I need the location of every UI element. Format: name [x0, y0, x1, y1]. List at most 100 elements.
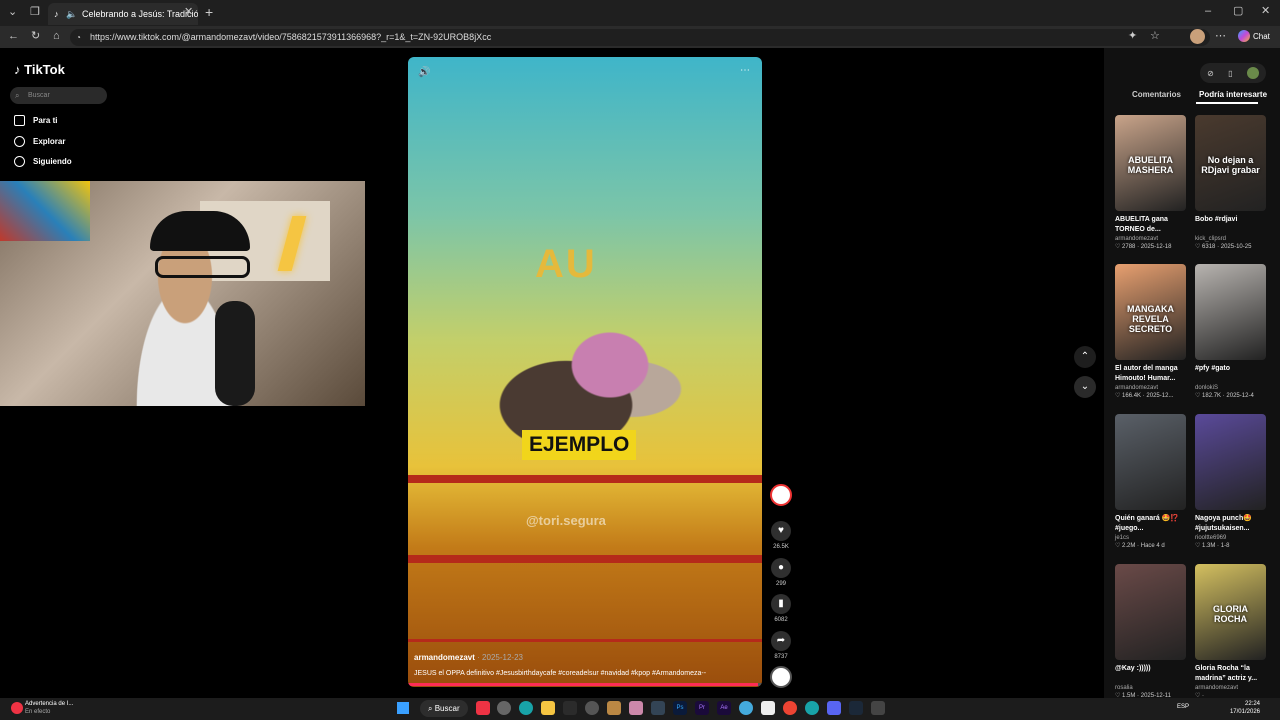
card-author[interactable]: armandomezavt	[1115, 385, 1186, 391]
suggestion-card[interactable]: #pfy #gato donlokiS ♡ 182.7K · 2025-12-4	[1195, 264, 1266, 399]
card-title[interactable]: Gloria Rocha “la madrina” actriz y...	[1195, 664, 1266, 684]
maximize-icon[interactable]: ▢	[1233, 6, 1243, 17]
comment-button[interactable]: ● 299	[770, 558, 792, 587]
video-author[interactable]: armandomezavt	[414, 653, 475, 662]
card-thumbnail[interactable]	[1115, 414, 1186, 510]
card-thumbnail[interactable]	[1195, 414, 1266, 510]
notion-icon[interactable]	[761, 701, 775, 715]
share-button[interactable]: ➦ 8737	[770, 631, 792, 660]
close-tab-icon[interactable]: ✕	[184, 7, 193, 18]
tab-podria-interesarte[interactable]: Podría interesarte	[1199, 90, 1267, 99]
card-thumbnail[interactable]: GLORIA ROCHA	[1195, 564, 1266, 660]
discord-icon[interactable]	[827, 701, 841, 715]
back-icon[interactable]: ←	[8, 31, 19, 42]
like-button[interactable]: ♥ 26.5K	[770, 521, 792, 550]
card-thumbnail[interactable]: MANGAKA REVELA SECRETO	[1115, 264, 1186, 360]
card-author[interactable]: rosalia	[1115, 685, 1186, 691]
prev-video-button[interactable]: ⌃	[1074, 346, 1096, 368]
more-options-icon[interactable]: ⋯	[740, 65, 750, 76]
language-indicator[interactable]: ESP	[1177, 704, 1189, 710]
edge-icon[interactable]	[519, 701, 533, 715]
terminal-icon[interactable]	[563, 701, 577, 715]
app-icon[interactable]	[629, 701, 643, 715]
cloud-icon[interactable]	[739, 701, 753, 715]
volume-icon[interactable]: 🔊	[418, 67, 430, 78]
card-author[interactable]: donlokiS	[1195, 385, 1266, 391]
suggestion-card[interactable]: GLORIA ROCHA Gloria Rocha “la madrina” ac…	[1195, 564, 1266, 699]
next-video-button[interactable]: ⌄	[1074, 376, 1096, 398]
speaker-icon[interactable]: 🔈	[66, 3, 77, 25]
phone-icon[interactable]: ▯	[1228, 69, 1232, 78]
refresh-icon[interactable]: ↻	[31, 31, 40, 42]
windows-start-icon[interactable]	[397, 702, 409, 714]
card-author[interactable]: armandomezavt	[1115, 236, 1186, 242]
profile-avatar[interactable]	[1190, 29, 1205, 44]
app-icon[interactable]	[607, 701, 621, 715]
card-thumbnail[interactable]: No dejan a RDjavi grabar	[1195, 115, 1266, 211]
nav-item-para-ti[interactable]: Para ti	[14, 115, 57, 126]
workspaces-icon[interactable]: ❐	[30, 7, 40, 18]
suggestion-card[interactable]: MANGAKA REVELA SECRETO El autor del manga…	[1115, 264, 1186, 399]
app-icon[interactable]	[871, 701, 885, 715]
suggestion-card[interactable]: ABUELITA MASHERA ABUELITA gana TORNEO de.…	[1115, 115, 1186, 250]
progress-bar[interactable]	[408, 683, 762, 686]
new-tab-icon[interactable]: +	[205, 5, 213, 19]
suggestion-card[interactable]: @Kay :))))) rosalia ♡ 1.5M · 2025-12-11	[1115, 564, 1186, 699]
home-icon[interactable]: ⌂	[53, 31, 60, 42]
nav-item-explorar[interactable]: Explorar	[14, 136, 65, 147]
favorites-icon[interactable]: ☆	[1150, 31, 1160, 42]
tiktok-logo[interactable]: ♪ TikTok	[14, 62, 65, 77]
card-thumbnail[interactable]: ABUELITA MASHERA	[1115, 115, 1186, 211]
site-info-icon[interactable]: ◔	[76, 29, 81, 46]
settings-app-icon[interactable]	[585, 701, 599, 715]
warning-icon[interactable]	[11, 702, 23, 714]
browser-tab[interactable]: ♪ 🔈 Celebrando a Jesús: Tradición	[48, 3, 198, 25]
settings-icon[interactable]: ⊘	[1207, 69, 1214, 78]
brave-icon[interactable]	[476, 701, 490, 715]
card-author[interactable]: kick_clipsrd	[1195, 236, 1266, 242]
folder-icon[interactable]	[541, 701, 555, 715]
app-icon[interactable]	[651, 701, 665, 715]
more-icon[interactable]: ⋯	[1215, 31, 1226, 42]
steam-icon[interactable]	[849, 701, 863, 715]
card-thumbnail[interactable]	[1195, 264, 1266, 360]
photoshop-icon[interactable]: Ps	[673, 701, 687, 715]
minimize-icon[interactable]: –	[1205, 6, 1211, 17]
nav-item-siguiendo[interactable]: Siguiendo	[14, 156, 72, 167]
video-player[interactable]: 🔊 ⋯ AU EJEMPLO @tori.segura armandomezav…	[408, 57, 762, 687]
chrome-icon[interactable]	[783, 701, 797, 715]
search-input[interactable]: ⌕ Buscar	[10, 87, 107, 104]
edge-active-icon[interactable]	[805, 701, 819, 715]
card-title[interactable]: #pfy #gato	[1195, 364, 1266, 384]
card-thumbnail[interactable]	[1115, 564, 1186, 660]
creator-avatar[interactable]	[770, 484, 792, 506]
card-author[interactable]: armandomezavt	[1195, 685, 1266, 691]
suggestion-card[interactable]: No dejan a RDjavi grabar Bobo #rdjavi kick…	[1195, 115, 1266, 250]
premiere-icon[interactable]: Pr	[695, 701, 709, 715]
card-author[interactable]: riooltte6969	[1195, 535, 1266, 541]
card-title[interactable]: Bobo #rdjavi	[1195, 215, 1266, 235]
card-title[interactable]: Quién ganará 🤩⁉️ #juego...	[1115, 514, 1186, 534]
card-author[interactable]: je1cs	[1115, 535, 1186, 541]
copilot-button[interactable]: Chat	[1238, 30, 1270, 42]
taskbar-search[interactable]: ⌕ Buscar	[420, 700, 468, 717]
save-button[interactable]: ▮ 6082	[770, 594, 792, 623]
music-disc[interactable]	[770, 666, 792, 688]
extensions-icon[interactable]: ✦	[1128, 31, 1137, 42]
card-title[interactable]: ABUELITA gana TORNEO de...	[1115, 215, 1186, 235]
card-title[interactable]: Nagoya punch🤩 #jujutsukaisen...	[1195, 514, 1266, 534]
tab-comentarios[interactable]: Comentarios	[1132, 90, 1181, 99]
url-field[interactable]: ◔ https://www.tiktok.com/@armandomezavt/…	[70, 29, 1210, 46]
user-avatar[interactable]	[1246, 67, 1259, 79]
close-window-icon[interactable]: ✕	[1261, 6, 1270, 17]
clock[interactable]: 22:24 17/01/2026	[1228, 700, 1260, 716]
card-title[interactable]: El autor del manga Himouto! Humar...	[1115, 364, 1186, 384]
suggestion-card[interactable]: Quién ganará 🤩⁉️ #juego... je1cs ♡ 2.2M · …	[1115, 414, 1186, 549]
avatar[interactable]	[770, 484, 792, 506]
suggestion-card[interactable]: Nagoya punch🤩 #jujutsukaisen... riooltte6…	[1195, 414, 1266, 549]
notification-widget[interactable]: Advertencia de I... En efecto	[25, 700, 73, 716]
card-title[interactable]: @Kay :)))))	[1115, 664, 1186, 684]
app-icon[interactable]	[497, 701, 511, 715]
after-effects-icon[interactable]: Ae	[717, 701, 731, 715]
tab-list-icon[interactable]: ⌄	[8, 7, 17, 18]
